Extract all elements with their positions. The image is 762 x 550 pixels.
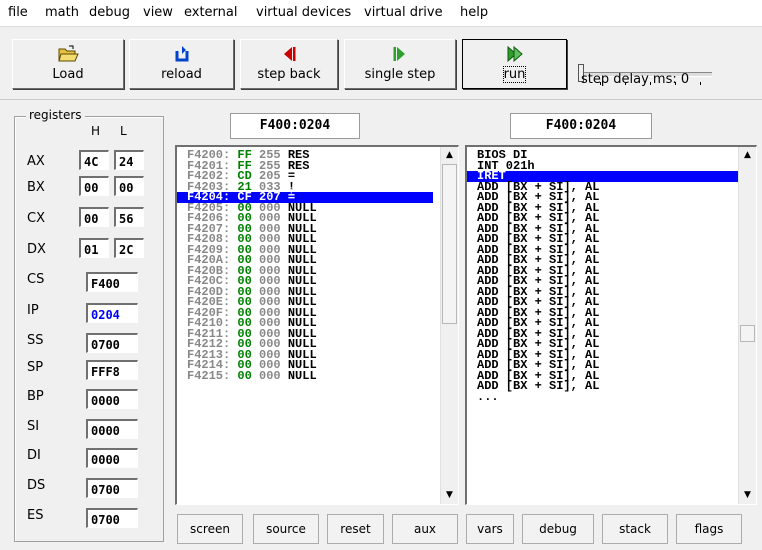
- register-label-si: SI: [27, 419, 40, 434]
- menu-external[interactable]: external: [184, 5, 238, 20]
- register-cx-high[interactable]: 00: [79, 207, 109, 227]
- register-dx-low[interactable]: 2C: [114, 238, 144, 258]
- register-label-sp: SP: [27, 360, 44, 375]
- step-back-button[interactable]: step back: [240, 39, 338, 89]
- toolbar: Load reload step back single step run st…: [0, 27, 762, 100]
- reset-button[interactable]: reset: [327, 514, 384, 544]
- memory-scrollbar[interactable]: ▲ ▼: [440, 147, 458, 504]
- memory-char: NULL: [287, 368, 317, 383]
- register-label-bx: BX: [27, 180, 45, 195]
- menu-math[interactable]: math: [45, 5, 79, 20]
- register-label-cs: CS: [27, 272, 45, 287]
- register-cs[interactable]: F400: [86, 272, 138, 292]
- run-label: run: [502, 66, 527, 83]
- reload-icon: [130, 45, 233, 63]
- reload-label: reload: [161, 67, 202, 82]
- low-byte-header: L: [120, 124, 127, 138]
- register-label-ip: IP: [27, 303, 39, 318]
- register-bp[interactable]: 0000: [86, 389, 138, 409]
- memory-decimal: 000: [259, 368, 281, 383]
- register-di[interactable]: 0000: [86, 448, 138, 468]
- load-label: Load: [52, 67, 84, 82]
- menu-file[interactable]: file: [8, 5, 28, 20]
- menu-view[interactable]: view: [143, 5, 173, 20]
- disassembly-row[interactable]: ...: [467, 391, 739, 402]
- step-delay-label: step delay ms: 0: [581, 72, 690, 87]
- register-ss[interactable]: 0700: [86, 333, 138, 353]
- register-ds[interactable]: 0700: [86, 478, 138, 498]
- stack-button[interactable]: stack: [602, 514, 668, 544]
- register-label-di: DI: [27, 448, 41, 463]
- menu-virtual-drive[interactable]: virtual drive: [364, 5, 443, 20]
- register-bx-low[interactable]: 00: [114, 176, 144, 196]
- step-back-icon: [241, 45, 337, 63]
- menu-help[interactable]: help: [460, 5, 488, 20]
- menu-debug[interactable]: debug: [89, 5, 130, 20]
- slider-tick: [700, 82, 701, 85]
- single-step-label: single step: [364, 67, 436, 82]
- high-byte-header: H: [91, 124, 101, 138]
- memory-address: F4215:: [187, 368, 231, 383]
- flags-button[interactable]: flags: [676, 514, 742, 544]
- run-icon: [463, 45, 566, 63]
- memory-address-field[interactable]: F400:0204: [230, 113, 360, 139]
- scroll-up-icon[interactable]: ▲: [739, 147, 756, 164]
- register-label-dx: DX: [27, 242, 46, 257]
- disassembly-list[interactable]: BIOS DI INT 021h IRET ADD [BX + SI], AL ADD …: [465, 145, 757, 505]
- scroll-down-icon[interactable]: ▼: [441, 487, 458, 504]
- register-sp[interactable]: FFF8: [86, 360, 138, 380]
- register-cx-low[interactable]: 56: [114, 207, 144, 227]
- single-step-icon: [345, 45, 455, 63]
- register-label-ss: SS: [27, 333, 44, 348]
- memory-row[interactable]: F4215: 00 000 NULL: [177, 368, 433, 383]
- register-label-ax: AX: [27, 154, 45, 169]
- registers-title: registers: [26, 108, 85, 122]
- register-es[interactable]: 0700: [86, 508, 138, 528]
- memory-hex: 00: [237, 368, 252, 383]
- register-label-bp: BP: [27, 389, 44, 404]
- source-button[interactable]: source: [253, 514, 319, 544]
- debug-button[interactable]: debug: [522, 514, 594, 544]
- screen-button[interactable]: screen: [177, 514, 243, 544]
- folder-open-icon: [13, 45, 123, 63]
- menu-virtual-devices[interactable]: virtual devices: [256, 5, 351, 20]
- disassembly-address-field[interactable]: F400:0204: [510, 113, 652, 139]
- scroll-up-icon[interactable]: ▲: [441, 147, 458, 164]
- register-ax-high[interactable]: 4C: [79, 150, 109, 170]
- aux-button[interactable]: aux: [392, 514, 458, 544]
- register-label-es: ES: [27, 508, 44, 523]
- register-si[interactable]: 0000: [86, 419, 138, 439]
- reload-button[interactable]: reload: [129, 39, 234, 89]
- memory-list[interactable]: F4200: FF 255 RES F4201: FF 255 RES F4202:…: [175, 145, 459, 505]
- load-button[interactable]: Load: [12, 39, 124, 89]
- register-label-cx: CX: [27, 211, 45, 226]
- scroll-down-icon[interactable]: ▼: [739, 487, 756, 504]
- register-bx-high[interactable]: 00: [79, 176, 109, 196]
- disassembly-scroll-thumb[interactable]: [740, 325, 755, 342]
- register-dx-high[interactable]: 01: [79, 238, 109, 258]
- memory-scroll-thumb[interactable]: [442, 164, 457, 324]
- register-ip[interactable]: 0204: [86, 303, 138, 323]
- disassembly-row[interactable]: INT 021h: [467, 160, 739, 171]
- disassembly-scrollbar[interactable]: ▲ ▼: [738, 147, 756, 504]
- step-back-label: step back: [257, 67, 321, 82]
- register-ax-low[interactable]: 24: [114, 150, 144, 170]
- disassembly-row[interactable]: ADD [BX + SI], AL: [467, 380, 739, 391]
- run-button[interactable]: run: [462, 39, 567, 89]
- single-step-button[interactable]: single step: [344, 39, 456, 89]
- vars-button[interactable]: vars: [466, 514, 514, 544]
- menu-bar: file math debug view external virtual de…: [0, 0, 762, 27]
- register-label-ds: DS: [27, 478, 46, 493]
